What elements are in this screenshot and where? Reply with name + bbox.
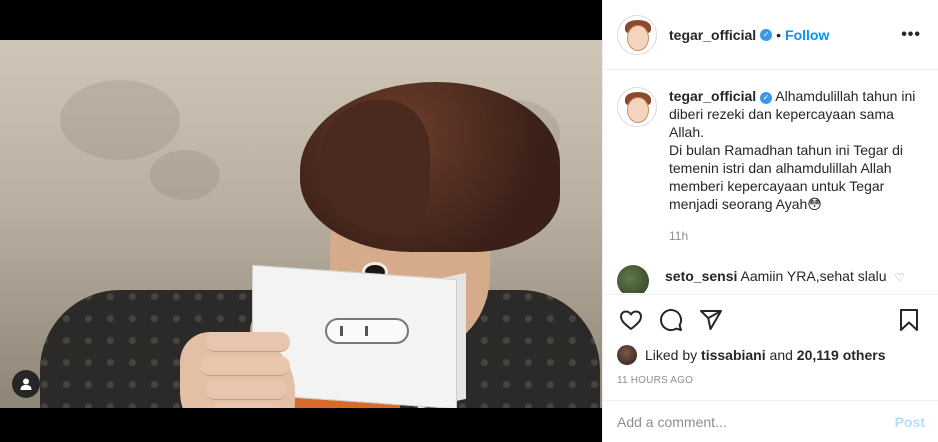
comment-icon[interactable] [657, 306, 685, 334]
likes-summary: Liked by tissabiani and 20,119 others [617, 345, 925, 365]
commenter-avatar[interactable] [617, 265, 649, 293]
caption-time[interactable]: 11h [669, 227, 919, 245]
post-photo[interactable] [0, 40, 602, 408]
comment-username[interactable]: seto_sensi [665, 268, 737, 284]
post-timestamp[interactable]: 11 HOURS AGO [617, 375, 925, 386]
likes-prefix: Liked by [645, 347, 698, 363]
likes-middle: and [769, 347, 793, 363]
header-username[interactable]: tegar_official [669, 27, 756, 43]
likes-count[interactable]: 20,119 others [797, 347, 886, 363]
list-item: seto_sensi Aamiin YRA,sehat slalu ♡ [617, 265, 925, 293]
caption: tegar_official ✓ Alhamdulillah tahun ini … [617, 87, 925, 245]
avatar[interactable] [617, 14, 657, 55]
caption-text: Alhamdulillah tahun ini diberi rezeki da… [669, 88, 916, 212]
dot-separator: • [776, 26, 782, 43]
caption-username[interactable]: tegar_official [669, 88, 756, 104]
verified-icon: ✓ [760, 28, 773, 41]
post-actions: Liked by tissabiani and 20,119 others 11… [603, 294, 938, 394]
comment-form: Post [603, 400, 938, 442]
post-media [0, 0, 602, 442]
bookmark-icon[interactable] [895, 306, 923, 334]
verified-icon: ✓ [760, 92, 773, 104]
liker-avatar[interactable] [617, 345, 637, 365]
post-header: tegar_official ✓ • Follow ••• [603, 0, 938, 70]
follow-button[interactable]: Follow [785, 27, 829, 43]
comments-section: tegar_official ✓ Alhamdulillah tahun ini … [603, 71, 938, 293]
comment-like-icon[interactable]: ♡ [895, 271, 905, 284]
more-icon[interactable]: ••• [901, 26, 921, 44]
liker-username[interactable]: tissabiani [701, 347, 766, 363]
caption-avatar[interactable] [617, 87, 657, 127]
post-button[interactable]: Post [895, 414, 925, 430]
comment-input[interactable] [617, 413, 895, 430]
comment-text: Aamiin YRA,sehat slalu [740, 268, 887, 284]
share-icon[interactable] [697, 306, 725, 334]
post-panel: tegar_official ✓ • Follow ••• tegar_offi… [602, 0, 938, 442]
heart-icon[interactable] [617, 306, 645, 334]
user-tag-icon[interactable] [12, 370, 40, 398]
